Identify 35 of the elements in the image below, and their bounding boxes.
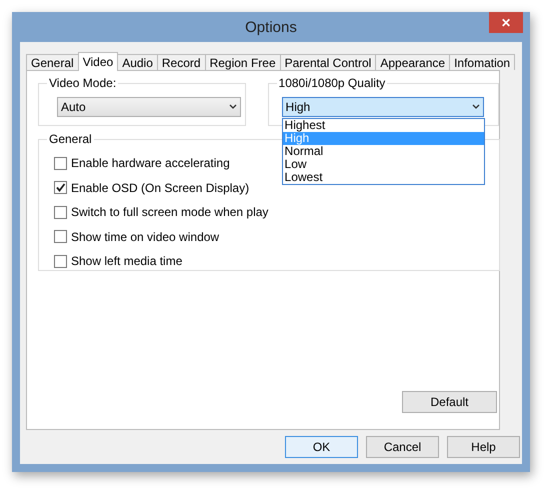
tab[interactable]: Appearance bbox=[375, 54, 450, 70]
video-mode-dropdown[interactable]: Auto bbox=[57, 97, 241, 117]
checkbox-label: Enable hardware accelerating bbox=[71, 156, 230, 170]
chevron-down-icon bbox=[228, 104, 237, 110]
chevron-down-icon bbox=[472, 104, 480, 110]
dropdown-option[interactable]: Low bbox=[282, 158, 484, 171]
group-label: Video Mode: bbox=[47, 76, 118, 90]
checkbox-label: Enable OSD (On Screen Display) bbox=[71, 180, 250, 195]
tab[interactable]: Audio bbox=[117, 54, 158, 70]
checkbox[interactable] bbox=[54, 156, 67, 170]
tab[interactable]: Infomation bbox=[449, 54, 516, 70]
dropdown-option[interactable]: Lowest bbox=[282, 171, 484, 184]
dialog-button[interactable]: Help bbox=[447, 436, 520, 458]
close-button[interactable]: ✕ bbox=[489, 12, 523, 33]
tab[interactable]: Record bbox=[156, 54, 206, 70]
checkbox-label: Show time on video window bbox=[71, 230, 220, 244]
checkbox[interactable] bbox=[54, 181, 67, 194]
checkbox-label: Switch to full screen mode when play bbox=[71, 205, 268, 220]
tab[interactable]: Parental Control bbox=[280, 54, 376, 70]
tab[interactable]: Video bbox=[78, 52, 118, 71]
dialog-button[interactable]: Cancel bbox=[366, 436, 439, 458]
tab[interactable]: General bbox=[26, 54, 79, 70]
dropdown-option[interactable]: Highest bbox=[282, 119, 484, 132]
checkbox-label: Show left media time bbox=[71, 254, 182, 268]
quality-dropdown[interactable]: High bbox=[282, 97, 484, 117]
group-label: 1080i/1080p Quality bbox=[276, 76, 388, 90]
window-title: Options bbox=[245, 18, 297, 36]
tab[interactable]: Region Free bbox=[204, 54, 281, 70]
checkbox[interactable] bbox=[54, 206, 67, 219]
dropdown-option[interactable]: Normal bbox=[282, 145, 484, 158]
checkbox[interactable] bbox=[54, 230, 67, 244]
checkbox[interactable] bbox=[54, 254, 67, 268]
default-button[interactable]: Default bbox=[402, 391, 497, 413]
group-label: General bbox=[47, 132, 94, 146]
dialog-button[interactable]: OK bbox=[285, 436, 358, 458]
